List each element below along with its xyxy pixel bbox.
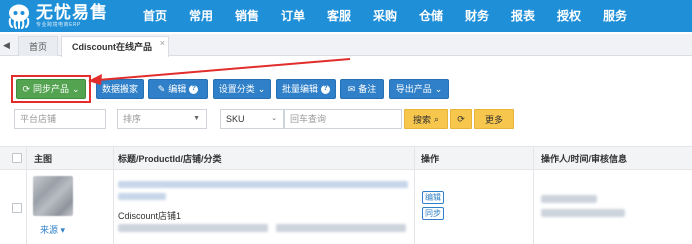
tab-close-icon[interactable]: × [160,33,165,53]
redacted-category [118,224,268,232]
search-label: 搜索 [412,114,431,125]
octopus-logo-icon [6,3,32,29]
top-navbar: 无忧易售 专业跨境电商ERP 首页 常用 销售 订单 客服 采购 仓储 财务 报… [0,0,692,32]
tab-label: Cdiscount在线产品 [72,42,152,52]
refresh-icon: ⟳ [457,113,465,124]
data-migration-button[interactable]: 数据搬家 [96,79,144,99]
row-sync-button[interactable]: 同步 [422,207,444,220]
redacted-product-id [118,193,166,200]
data-migration-label: 数据搬家 [101,84,138,94]
more-filters-button[interactable]: 更多 [474,109,514,129]
envelope-icon: ✉ [347,83,356,94]
source-label: 来源 [40,225,59,235]
table-header: 主图 标题/ProductId/店铺/分类 操作 操作人/时间/审核信息 [0,146,692,170]
redacted-operator [541,195,597,203]
set-category-button[interactable]: 设置分类 ⌄ [213,79,271,99]
row-edit-button[interactable]: 编辑 [422,191,444,204]
search-button[interactable]: 搜索 ⌕ [404,109,448,129]
nav-item-customer-service[interactable]: 客服 [316,0,362,32]
edit-button[interactable]: ✎ 编辑 ? [148,79,208,99]
nav-item-finance[interactable]: 财务 [454,0,500,32]
nav-item-service[interactable]: 服务 [592,0,638,32]
store-filter-input[interactable]: 平台店铺 [14,109,106,129]
source-dropdown[interactable]: 来源 ▾ [40,223,65,236]
redacted-category [276,224,406,232]
nav-item-purchasing[interactable]: 采购 [362,0,408,32]
store-filter-placeholder: 平台店铺 [20,114,57,124]
sku-type-select[interactable]: SKU ⌄ [220,109,284,129]
edit-label: 编辑 [168,84,187,94]
batch-edit-label: 批量编辑 [281,84,318,94]
redacted-timestamp [541,209,625,217]
sort-select[interactable]: 排序 ▼ [117,109,207,129]
query-placeholder: 回车查询 [290,114,327,124]
chevron-down-icon: ⌄ [257,83,266,94]
sort-placeholder: 排序 [123,114,142,124]
header-title: 标题/ProductId/店铺/分类 [118,154,222,164]
chevron-down-icon: ⌄ [434,83,443,94]
help-icon: ? [321,84,330,94]
nav-item-orders[interactable]: 订单 [270,0,316,32]
query-input[interactable]: 回车查询 [284,109,402,129]
row-checkbox[interactable] [12,203,22,213]
export-products-button[interactable]: 导出产品 ⌄ [389,79,449,99]
caret-down-icon: ▾ [60,225,66,235]
tab-bar: ◀ 首页 Cdiscount在线产品 × [0,34,692,57]
nav-item-sales[interactable]: 销售 [224,0,270,32]
header-action: 操作 [421,154,440,164]
product-thumbnail[interactable] [33,176,73,216]
store-name: Cdiscount店铺1 [118,211,182,221]
tab-home[interactable]: 首页 [18,36,58,56]
set-category-label: 设置分类 [218,84,255,94]
more-label: 更多 [484,114,503,125]
note-button[interactable]: ✉ 备注 [340,79,384,99]
brand-logo[interactable]: 无忧易售 专业跨境电商ERP [0,0,128,32]
tab-scroll-left-icon[interactable]: ◀ [3,39,13,51]
highlight-box [11,75,91,103]
search-icon: ⌕ [433,113,440,124]
help-icon: ? [189,84,199,94]
batch-edit-button[interactable]: 批量编辑 ? [276,79,336,99]
table-row: 来源 ▾ Cdiscount店铺1 编辑 同步 [0,171,692,244]
export-products-label: 导出产品 [395,84,432,94]
brand-name: 无忧易售 [36,3,108,22]
nav-item-common[interactable]: 常用 [178,0,224,32]
edit-icon: ✎ [157,83,166,94]
header-operator: 操作人/时间/审核信息 [541,154,628,164]
main-nav: 首页 常用 销售 订单 客服 采购 仓储 财务 报表 授权 服务 [128,0,638,32]
redacted-title [118,181,408,188]
reset-button[interactable]: ⟳ [450,109,472,129]
brand-tagline: 专业跨境电商ERP [36,22,81,28]
nav-item-home[interactable]: 首页 [132,0,178,32]
nav-item-authorization[interactable]: 授权 [546,0,592,32]
sku-type-value: SKU [226,114,245,124]
tab-cdiscount-products[interactable]: Cdiscount在线产品 × [61,36,169,57]
chevron-down-icon: ⌄ [271,115,277,122]
nav-item-reports[interactable]: 报表 [500,0,546,32]
header-image: 主图 [34,154,53,164]
nav-item-warehouse[interactable]: 仓储 [408,0,454,32]
note-label: 备注 [358,84,377,94]
select-all-checkbox[interactable] [12,153,22,163]
caret-down-icon: ▼ [193,115,200,122]
